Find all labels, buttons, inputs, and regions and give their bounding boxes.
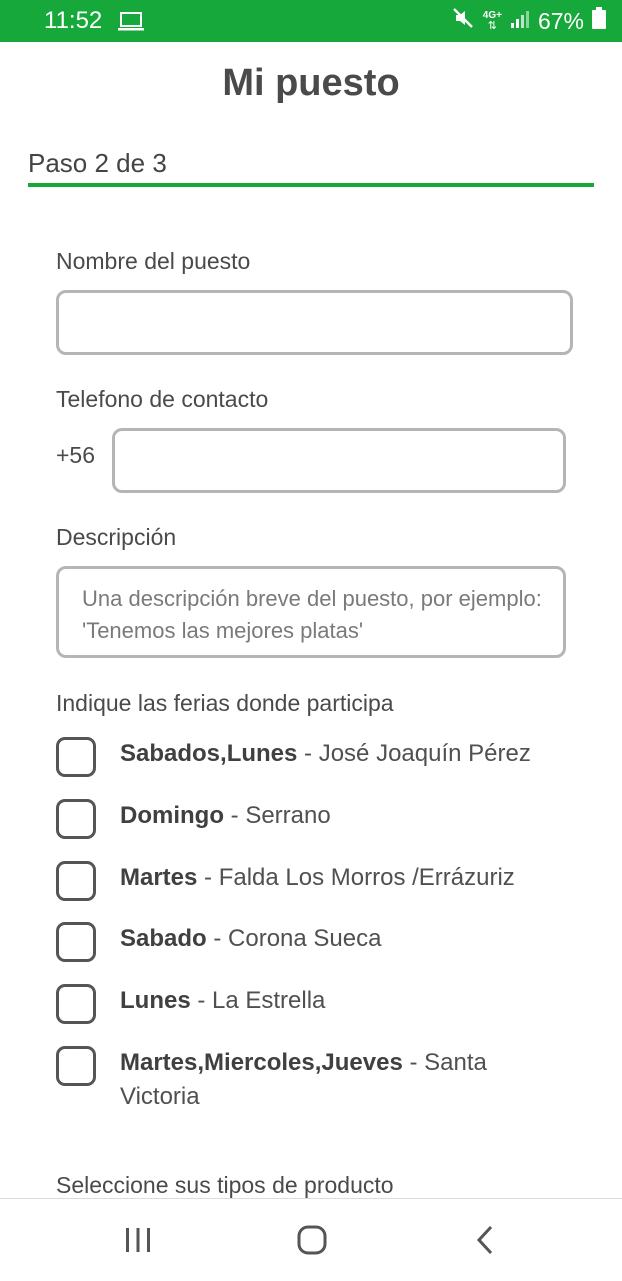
fair-days: Martes,Miercoles,Jueves	[120, 1049, 403, 1076]
fair-option-3[interactable]: Martes - Falda Los Morros /Errázuriz	[120, 861, 590, 895]
fair-days: Domingo	[120, 802, 224, 829]
fair-option-5[interactable]: Lunes - La Estrella	[120, 984, 590, 1018]
recent-apps-icon[interactable]	[124, 1227, 152, 1258]
fair-days: Sabados,Lunes	[120, 740, 298, 767]
signal-icon	[510, 8, 530, 35]
fair-option-1[interactable]: Sabados,Lunes - José Joaquín Pérez	[120, 737, 590, 771]
phone-prefix: +56	[56, 442, 96, 468]
phone-input[interactable]	[112, 428, 566, 493]
status-icons: 4G+ ⇅ 67%	[451, 6, 606, 36]
fair-days: Lunes	[120, 987, 191, 1014]
description-placeholder: Una descripción breve del puesto, por ej…	[82, 586, 542, 643]
back-icon[interactable]	[474, 1225, 496, 1260]
fair-checkbox-1[interactable]	[56, 737, 96, 777]
mute-icon	[451, 6, 475, 36]
fair-place: Falda Los Morros /Errázuriz	[218, 864, 515, 891]
fair-days: Sabado	[120, 925, 207, 952]
battery-percent: 67%	[537, 7, 584, 34]
status-time: 11:52	[44, 7, 103, 34]
fair-checkbox-4[interactable]	[56, 922, 96, 962]
fair-checkbox-6[interactable]	[56, 1046, 96, 1086]
network-type-icon: 4G+ ⇅	[483, 11, 502, 32]
step-progress-line	[28, 183, 594, 187]
name-label: Nombre del puesto	[56, 248, 251, 274]
fair-days: Martes	[120, 864, 198, 891]
description-label: Descripción	[56, 524, 177, 550]
page-title: Mi puesto	[222, 62, 400, 104]
phone-label: Telefono de contacto	[56, 386, 269, 412]
fair-option-6[interactable]: Martes,Miercoles,Jueves - Santa Victoria	[120, 1046, 520, 1114]
fair-option-4[interactable]: Sabado - Corona Sueca	[120, 922, 590, 956]
fair-checkbox-2[interactable]	[56, 799, 96, 839]
navigation-bar	[0, 1198, 622, 1281]
fairs-label: Indique las ferias donde participa	[56, 690, 394, 716]
status-bar: 11:52 4G+ ⇅ 67%	[0, 0, 622, 42]
data-arrows-icon: ⇅	[487, 20, 497, 32]
home-icon[interactable]	[297, 1225, 327, 1260]
fair-checkbox-3[interactable]	[56, 861, 96, 901]
step-indicator: Paso 2 de 3	[28, 148, 167, 178]
name-input[interactable]	[56, 290, 573, 355]
fair-place: La Estrella	[212, 987, 326, 1014]
fair-option-2[interactable]: Domingo - Serrano	[120, 799, 590, 833]
fair-place: José Joaquín Pérez	[318, 740, 531, 767]
fair-checkbox-5[interactable]	[56, 984, 96, 1024]
laptop-icon	[118, 12, 144, 37]
product-types-label: Seleccione sus tipos de producto	[56, 1172, 394, 1198]
battery-icon	[592, 7, 606, 35]
fair-place: Serrano	[245, 802, 331, 829]
fair-place: Corona Sueca	[228, 925, 382, 952]
